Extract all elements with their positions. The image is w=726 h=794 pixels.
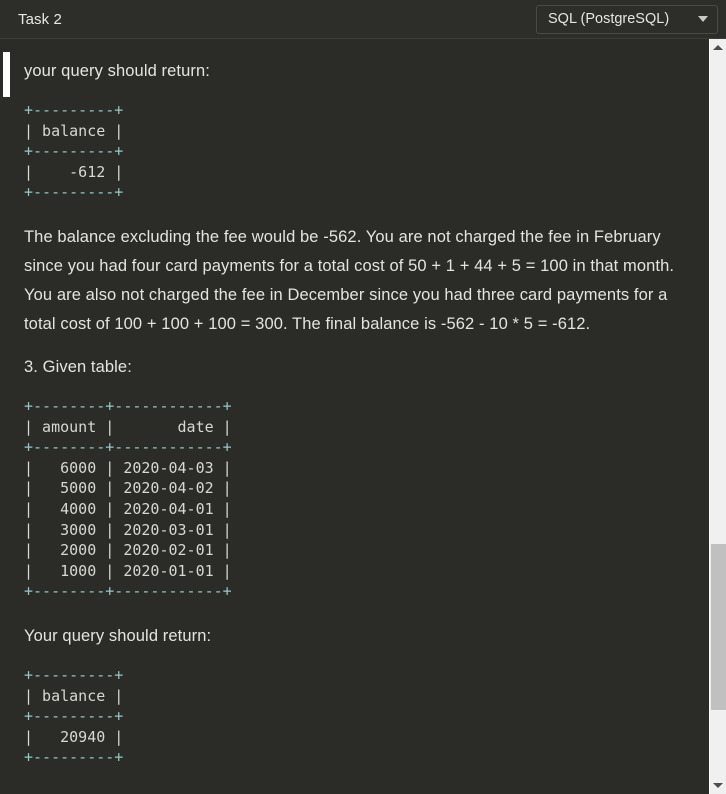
table-row: | 5000 | 2020-04-02 | <box>24 479 232 498</box>
result-table-2: +---------+ | balance | +---------+ | 20… <box>24 665 691 768</box>
scroll-up-button[interactable] <box>710 39 726 56</box>
task-panel: Task 2 SQL (PostgreSQL) your query shoul… <box>0 0 726 794</box>
ascii-header-row: | balance | <box>24 121 124 140</box>
ascii-border-mid: +---------+ <box>24 707 124 726</box>
scrollbar-thumb[interactable] <box>711 544 726 710</box>
triangle-up-icon <box>713 45 723 50</box>
vertical-scrollbar[interactable] <box>709 39 726 794</box>
ascii-header-row: | amount | date | <box>24 417 232 436</box>
ascii-border-mid: +--------+------------+ <box>24 438 232 457</box>
table-row: | 6000 | 2020-04-03 | <box>24 458 232 477</box>
table-row: | 3000 | 2020-03-01 | <box>24 520 232 539</box>
intro-text: your query should return: <box>24 62 210 80</box>
selection-marker <box>3 52 10 97</box>
ascii-value-row: | 20940 | <box>24 727 124 746</box>
table-row: | 4000 | 2020-04-01 | <box>24 499 232 518</box>
ascii-header-row: | balance | <box>24 686 124 705</box>
chevron-down-icon <box>698 16 708 22</box>
table-row: | 1000 | 2020-01-01 | <box>24 561 232 580</box>
section-heading: 3. Given table: <box>24 357 132 376</box>
ascii-border-top: +---------+ <box>24 665 124 684</box>
scroll-down-button[interactable] <box>710 777 726 794</box>
outro-text: Your query should return: <box>24 626 212 645</box>
panel-body: your query should return: +---------+ | … <box>0 39 726 794</box>
language-select-value: SQL (PostgreSQL) <box>548 10 670 27</box>
ascii-value-row: | -612 | <box>24 162 124 181</box>
triangle-down-icon <box>713 783 723 788</box>
ascii-border-bottom: +--------+------------+ <box>24 582 232 601</box>
ascii-border-bottom: +---------+ <box>24 748 124 767</box>
given-table: +--------+------------+ | amount | date … <box>24 396 691 602</box>
ascii-border-bottom: +---------+ <box>24 183 124 202</box>
ascii-border-mid: +---------+ <box>24 142 124 161</box>
task-description-content: your query should return: +---------+ | … <box>14 39 709 794</box>
language-select[interactable]: SQL (PostgreSQL) <box>536 4 718 34</box>
explanation-paragraph: The balance excluding the fee would be -… <box>24 227 675 333</box>
ascii-border-top: +---------+ <box>24 101 124 119</box>
table-row: | 2000 | 2020-02-01 | <box>24 541 232 560</box>
panel-header: Task 2 SQL (PostgreSQL) <box>0 0 726 39</box>
page-title: Task 2 <box>18 10 62 28</box>
left-gutter <box>0 39 14 794</box>
ascii-border-top: +--------+------------+ <box>24 396 232 415</box>
result-table-1: +---------+ | balance | +---------+ | -6… <box>24 100 691 203</box>
